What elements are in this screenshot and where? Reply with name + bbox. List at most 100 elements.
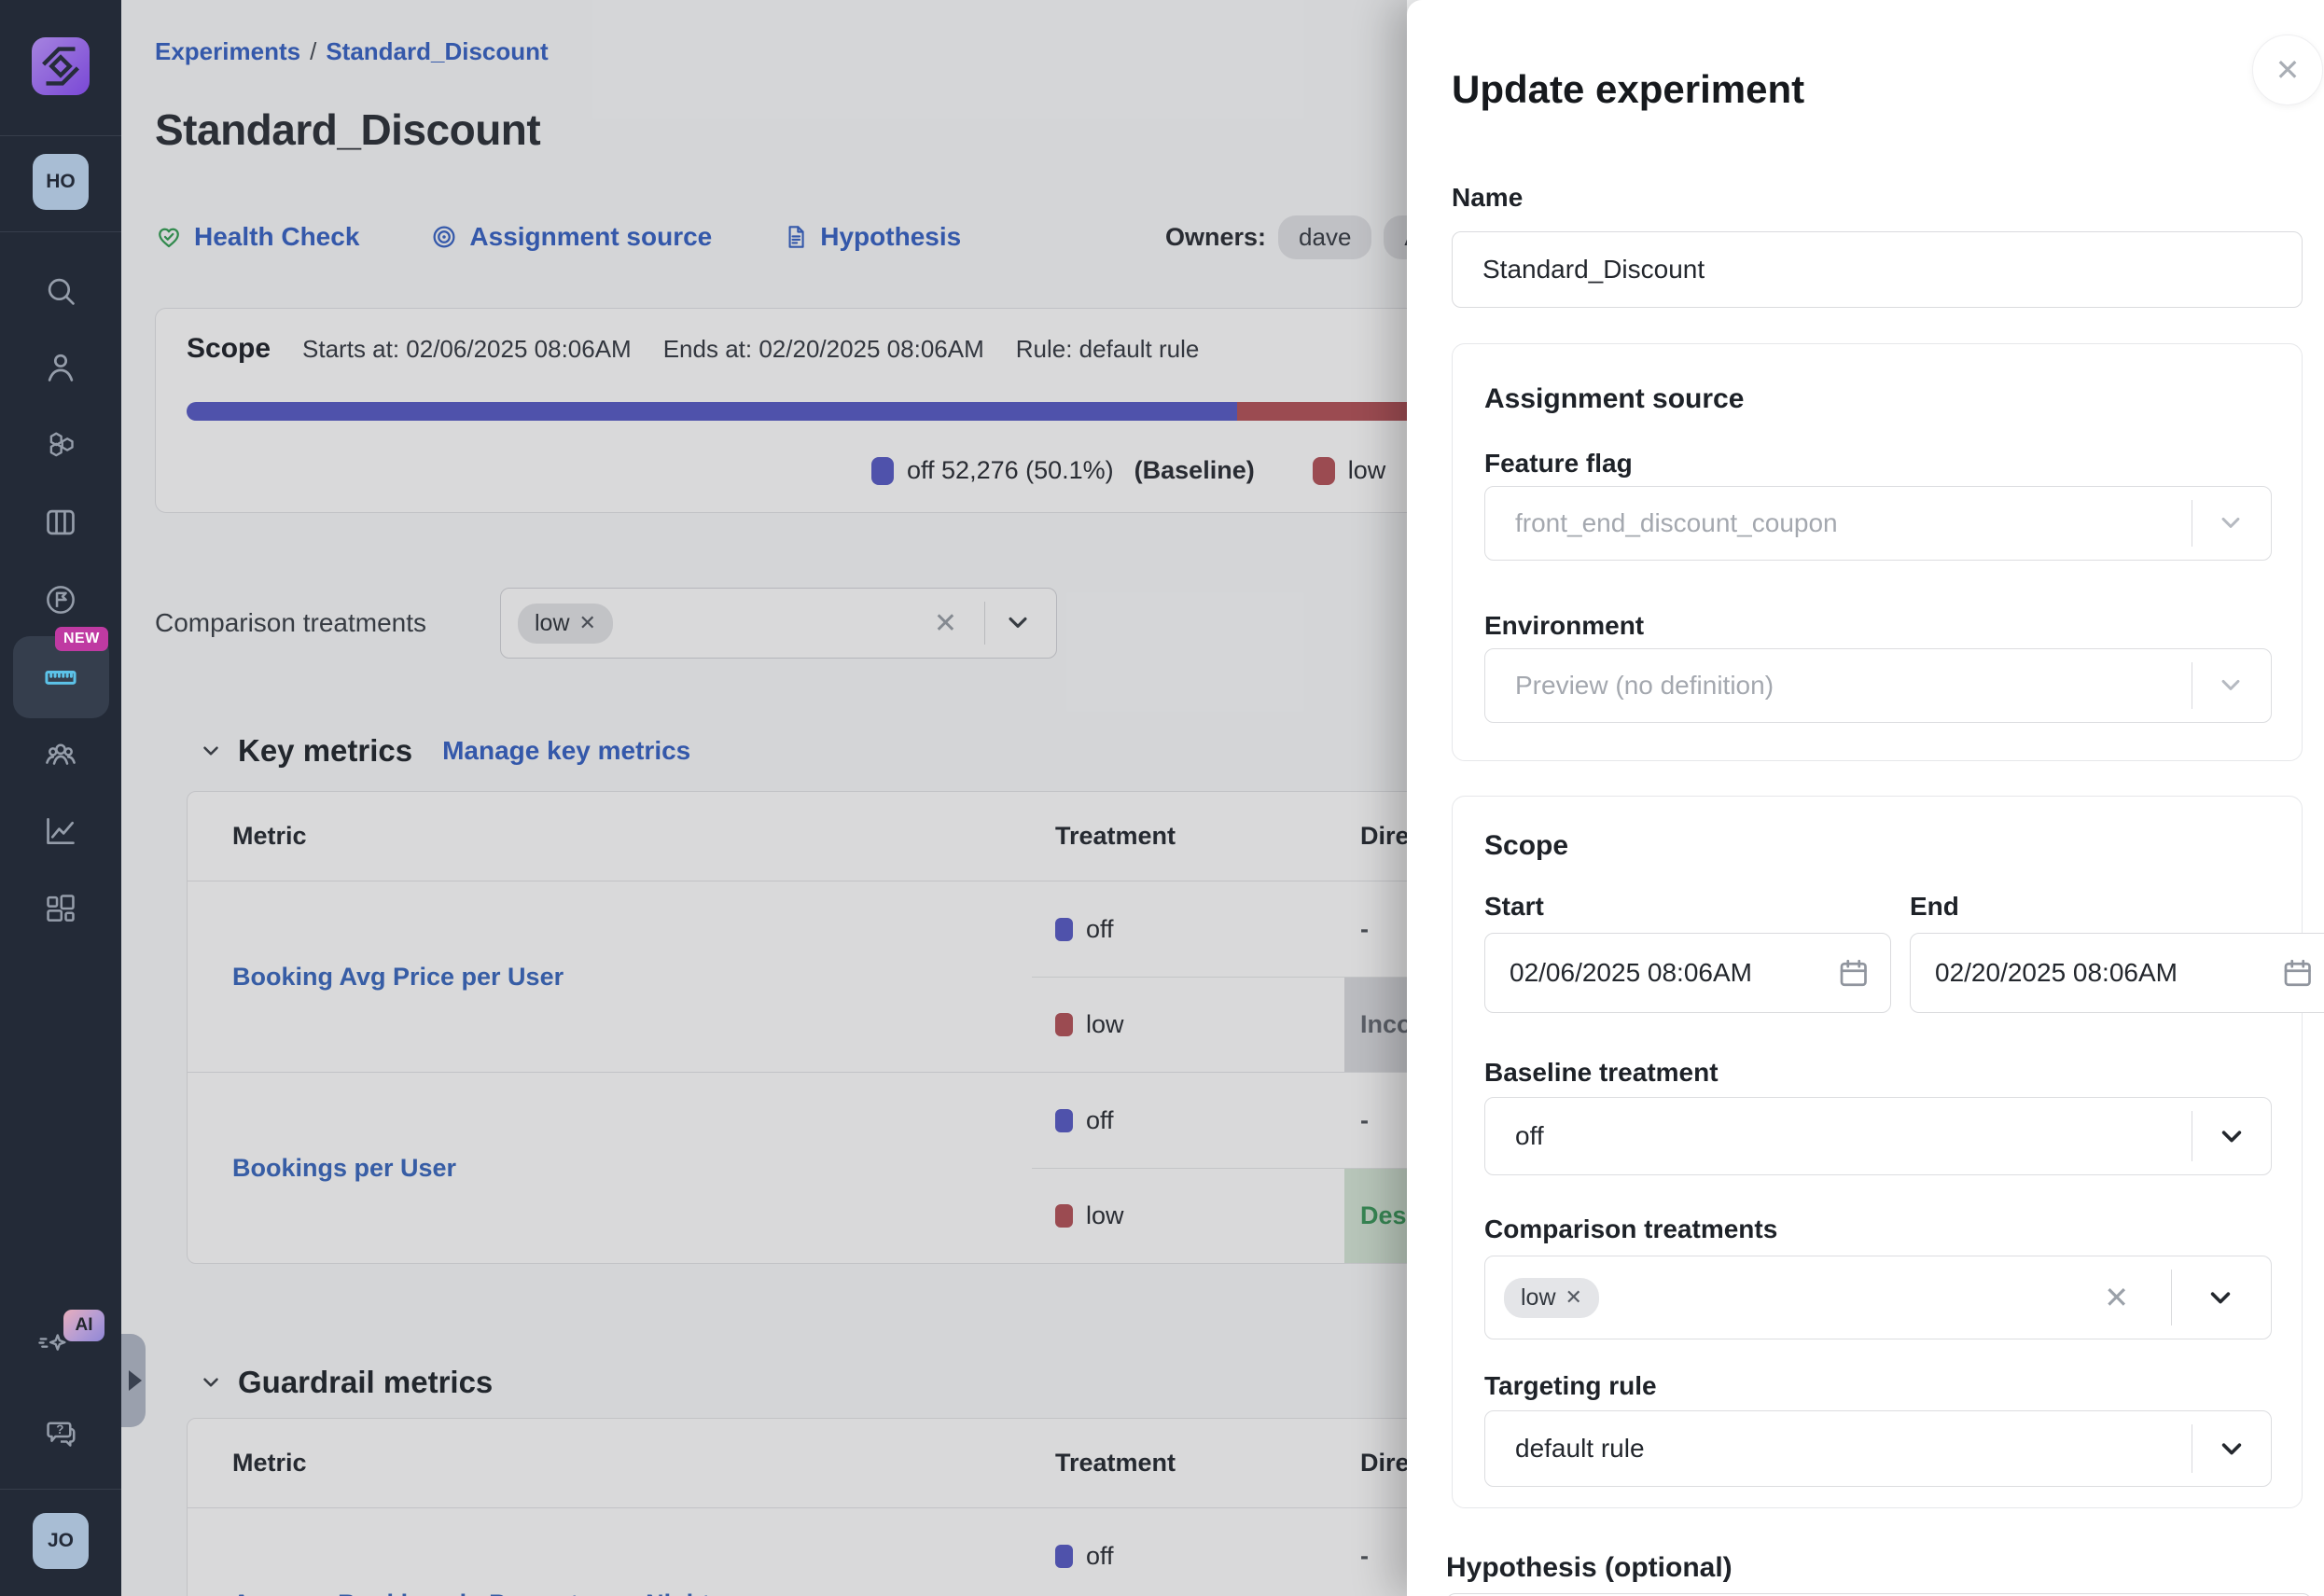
start-date-input[interactable]: 02/06/2025 08:06AM bbox=[1484, 933, 1891, 1013]
help-chat-icon[interactable]: ? bbox=[43, 1415, 78, 1450]
calendar-icon[interactable] bbox=[1836, 956, 1870, 990]
start-label: Start bbox=[1484, 892, 1544, 922]
close-icon[interactable]: ✕ bbox=[2252, 35, 2323, 105]
low-color-chip bbox=[1055, 1204, 1073, 1228]
metrics-chart-icon[interactable] bbox=[43, 813, 78, 849]
breadcrumb-current-link[interactable]: Standard_Discount bbox=[326, 37, 548, 65]
treatment-subrow: low Desired bbox=[1032, 1168, 1454, 1263]
chevron-down-icon[interactable] bbox=[2215, 1120, 2247, 1152]
chevron-down-icon bbox=[2215, 670, 2247, 701]
breadcrumb-separator: / bbox=[310, 37, 316, 65]
treatment-split-bar bbox=[187, 402, 1455, 421]
comparison-treatments-label: Comparison treatments bbox=[1484, 1214, 1777, 1244]
targeting-rule-label: Targeting rule bbox=[1484, 1371, 1657, 1401]
scope-form-card: Scope Start End 02/06/2025 08:06AM 02/20… bbox=[1452, 796, 2303, 1508]
app-root: Experiments/Standard_Discount Standard_D… bbox=[0, 0, 2324, 1596]
feature-flags-icon[interactable] bbox=[43, 428, 78, 464]
treatment-tag-label: low bbox=[535, 610, 570, 637]
dashboard-grid-icon[interactable] bbox=[43, 891, 78, 926]
chevron-right-icon bbox=[129, 1370, 142, 1391]
environment-value: Preview (no definition) bbox=[1515, 671, 1774, 701]
owners-label: Owners: bbox=[1165, 223, 1266, 252]
targeting-rule-select[interactable]: default rule bbox=[1484, 1410, 2272, 1487]
hypothesis-label: Hypothesis bbox=[820, 222, 961, 252]
breadcrumb-experiments-link[interactable]: Experiments bbox=[155, 37, 300, 65]
scope-ends-at: Ends at: 02/20/2025 08:06AM bbox=[663, 335, 984, 364]
panel-collapse-handle[interactable] bbox=[121, 1334, 146, 1427]
assignment-source-title: Assignment source bbox=[1484, 383, 1744, 415]
search-icon[interactable] bbox=[43, 273, 78, 309]
metric-link-booking-avg-price[interactable]: Booking Avg Price per User bbox=[232, 963, 564, 992]
health-check-label: Health Check bbox=[194, 222, 359, 252]
collapse-chevron-icon[interactable] bbox=[199, 739, 223, 763]
treatment-subrow: off - bbox=[1032, 881, 1455, 977]
treatment-name: low bbox=[1086, 1201, 1124, 1230]
treatment-tag-low[interactable]: low ✕ bbox=[518, 604, 613, 644]
metric-link-bookings-per-user[interactable]: Bookings per User bbox=[232, 1154, 456, 1183]
metric-link-guardrail[interactable]: Average Bookings in Property per Night bbox=[232, 1589, 710, 1596]
chevron-down-icon[interactable] bbox=[2204, 1282, 2235, 1313]
manage-key-metrics-link[interactable]: Manage key metrics bbox=[442, 736, 690, 766]
app-sidebar: HO NEW bbox=[0, 0, 121, 1596]
key-metrics-title: Key metrics bbox=[238, 733, 412, 769]
hypothesis-link[interactable]: Hypothesis bbox=[783, 222, 961, 252]
col-metric: Metric bbox=[188, 822, 1032, 851]
user-icon[interactable] bbox=[43, 350, 78, 385]
hypothesis-optional-label: Hypothesis (optional) bbox=[1446, 1552, 1733, 1584]
end-date-input[interactable]: 02/20/2025 08:06AM bbox=[1910, 933, 2324, 1013]
guardrail-metrics-header: Guardrail metrics bbox=[199, 1365, 493, 1400]
select-clear-icon[interactable]: ✕ bbox=[2104, 1280, 2129, 1315]
treatment-name: off bbox=[1086, 1106, 1114, 1135]
assignment-source-link[interactable]: Assignment source bbox=[430, 222, 712, 252]
user-avatar[interactable]: JO bbox=[33, 1513, 89, 1569]
experiment-meta-row: Health Check Assignment source bbox=[155, 216, 961, 257]
assignment-source-label: Assignment source bbox=[469, 222, 712, 252]
scope-card-title: Scope bbox=[187, 333, 271, 365]
collapse-chevron-icon[interactable] bbox=[199, 1370, 223, 1395]
document-icon bbox=[783, 224, 809, 250]
scope-rule: Rule: default rule bbox=[1016, 335, 1200, 364]
comparison-treatments-label: Comparison treatments bbox=[155, 606, 426, 640]
release-flag-icon[interactable] bbox=[43, 582, 78, 618]
col-metric: Metric bbox=[188, 1449, 1032, 1478]
scope-starts-at: Starts at: 02/06/2025 08:06AM bbox=[302, 335, 632, 364]
off-color-chip bbox=[1055, 1545, 1073, 1568]
off-color-chip bbox=[1055, 1109, 1073, 1132]
layout-columns-icon[interactable] bbox=[43, 505, 78, 540]
comparison-treatments-multiselect[interactable]: low ✕ ✕ bbox=[1484, 1256, 2272, 1339]
select-divider bbox=[984, 602, 985, 645]
tag-remove-icon[interactable]: ✕ bbox=[579, 611, 596, 635]
comparison-treatments-select[interactable]: low ✕ ✕ bbox=[500, 588, 1057, 659]
audiences-icon[interactable] bbox=[43, 738, 78, 773]
chevron-down-icon[interactable] bbox=[1002, 607, 1034, 639]
treatment-off-segment bbox=[187, 402, 1237, 421]
start-date-value: 02/06/2025 08:06AM bbox=[1510, 958, 1752, 988]
feature-flag-value: front_end_discount_coupon bbox=[1515, 508, 1838, 538]
tag-remove-icon[interactable]: ✕ bbox=[1566, 1285, 1582, 1310]
low-color-chip bbox=[1313, 457, 1335, 485]
name-field[interactable] bbox=[1452, 231, 2303, 308]
feature-flag-label: Feature flag bbox=[1484, 449, 1633, 479]
chevron-down-icon bbox=[2215, 507, 2247, 539]
select-clear-icon[interactable]: ✕ bbox=[934, 607, 957, 640]
table-row: Bookings per User off - low Desired bbox=[188, 1072, 1454, 1263]
legend-item-off: off 52,276 (50.1%) (Baseline) bbox=[871, 456, 1255, 485]
health-check-link[interactable]: Health Check bbox=[155, 222, 359, 252]
workspace-avatar[interactable]: HO bbox=[33, 154, 89, 210]
statsig-logo[interactable] bbox=[32, 37, 90, 95]
feature-flag-select: front_end_discount_coupon bbox=[1484, 486, 2272, 561]
treatment-name: off bbox=[1086, 1542, 1114, 1571]
chevron-down-icon[interactable] bbox=[2215, 1433, 2247, 1464]
treatment-tag-low[interactable]: low ✕ bbox=[1504, 1278, 1599, 1318]
off-color-chip bbox=[1055, 918, 1073, 941]
svg-text:?: ? bbox=[56, 1423, 63, 1436]
sidebar-item-experiments-active[interactable]: NEW bbox=[13, 636, 109, 718]
treatment-name: off bbox=[1086, 915, 1114, 944]
baseline-treatment-select[interactable]: off bbox=[1484, 1097, 2272, 1175]
baseline-treatment-label: Baseline treatment bbox=[1484, 1058, 1719, 1088]
calendar-icon[interactable] bbox=[2280, 956, 2314, 990]
ai-badge: AI bbox=[63, 1310, 104, 1341]
table-header-row: Metric Treatment Direction bbox=[188, 1419, 1454, 1508]
table-row: Booking Avg Price per User off - low Inc… bbox=[188, 881, 1454, 1072]
targeting-rule-value: default rule bbox=[1515, 1434, 1645, 1464]
